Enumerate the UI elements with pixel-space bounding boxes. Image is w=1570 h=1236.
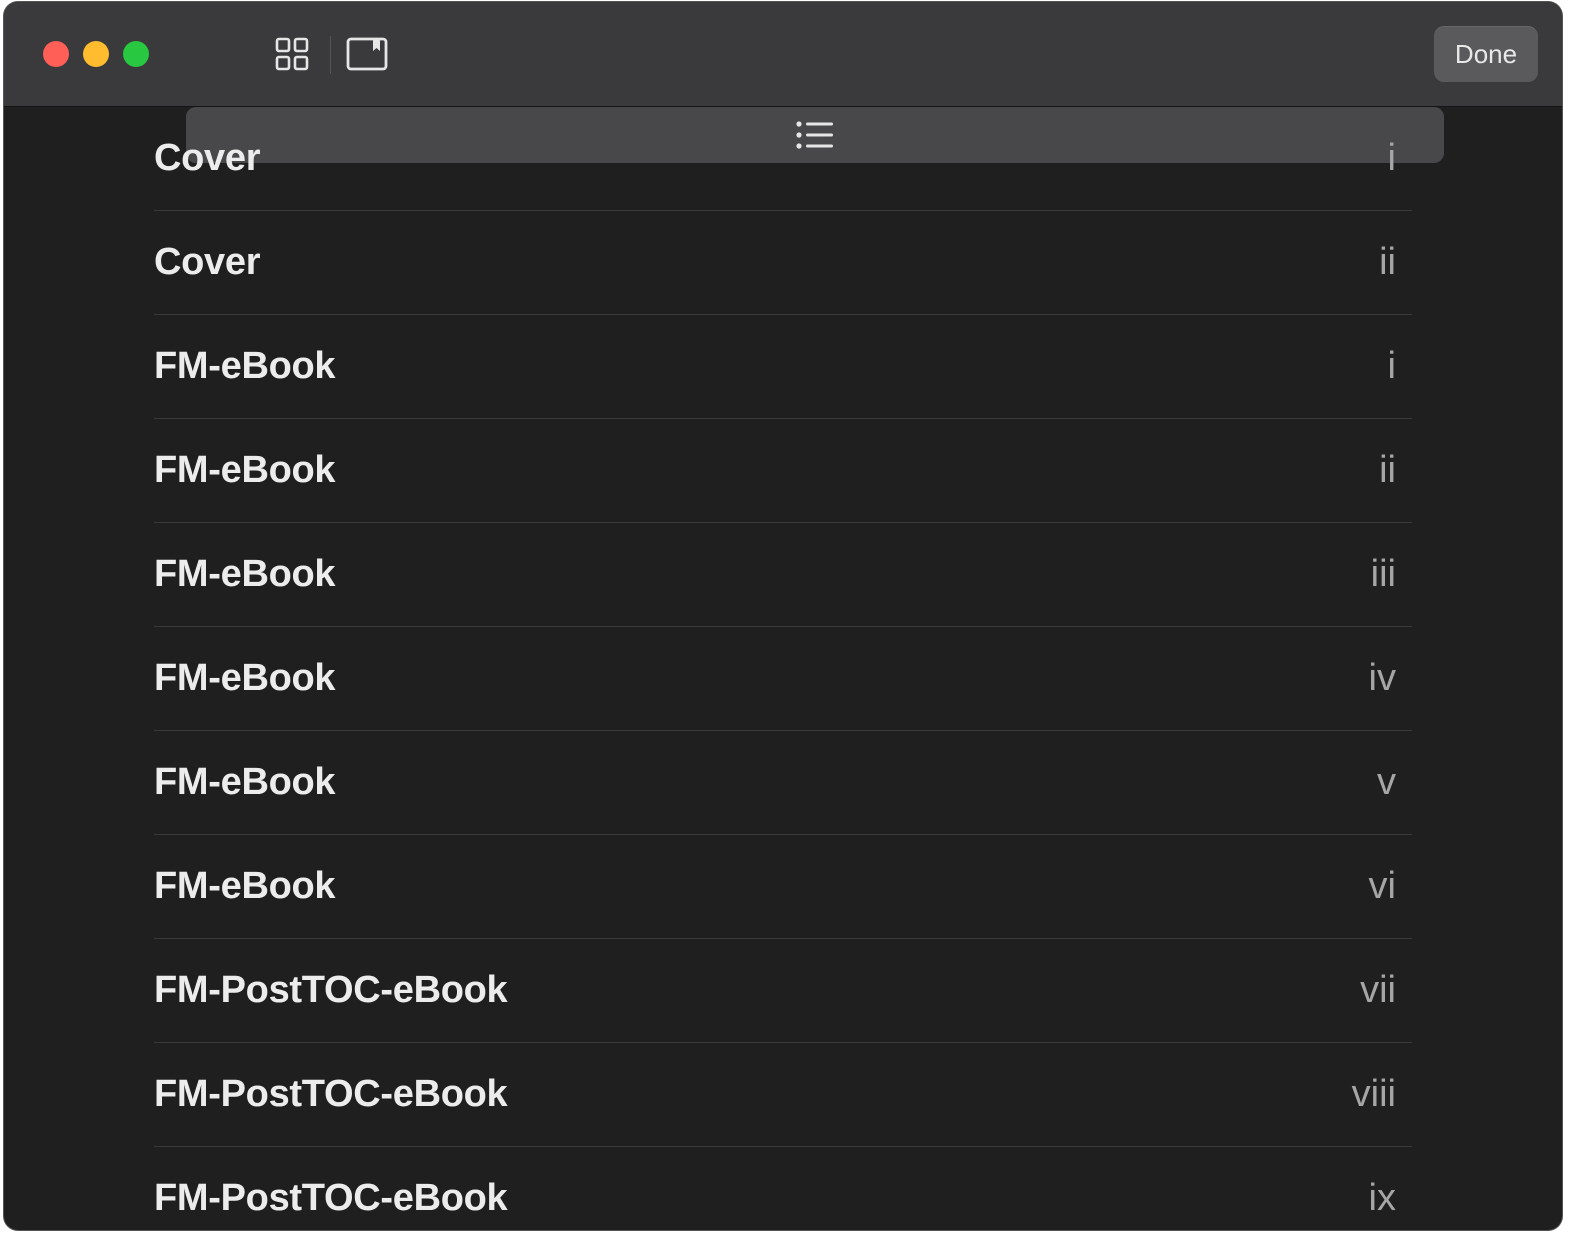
toc-row-title: FM-eBook xyxy=(154,761,336,803)
toc-list: Cover i Cover ii FM-eBook i FM-eBook ii FM-eBook… xyxy=(154,107,1412,1230)
zoom-window-button[interactable] xyxy=(123,41,149,67)
toc-row-page-number: iv xyxy=(1368,657,1396,699)
toc-row[interactable]: FM-eBook i xyxy=(154,315,1412,419)
toc-row-title: FM-eBook xyxy=(154,553,336,595)
toc-row[interactable]: FM-eBook vi xyxy=(154,835,1412,939)
toc-row-title: FM-PostTOC-eBook xyxy=(154,969,508,1011)
minimize-window-button[interactable] xyxy=(83,41,109,67)
toc-row-title: FM-eBook xyxy=(154,865,336,907)
table-of-contents-window: Done Cover i Cover ii FM-eBook i FM-eBook ii FM-… xyxy=(4,2,1562,1230)
done-button[interactable]: Done xyxy=(1434,26,1538,82)
toc-row-page-number: i xyxy=(1387,137,1396,179)
toc-row-title: FM-PostTOC-eBook xyxy=(154,1073,508,1115)
bookmark-icon xyxy=(346,37,388,71)
toc-row[interactable]: FM-eBook ii xyxy=(154,419,1412,523)
toc-row-title: Cover xyxy=(154,241,261,283)
toc-row[interactable]: FM-eBook iv xyxy=(154,627,1412,731)
bookmarks-view-button[interactable] xyxy=(335,26,399,82)
toc-row-title: FM-eBook xyxy=(154,345,336,387)
toolbar-divider xyxy=(330,36,331,74)
toc-row-page-number: ii xyxy=(1379,449,1396,491)
toc-row-title: Cover xyxy=(154,137,261,179)
toc-row-page-number: iii xyxy=(1370,553,1396,595)
toc-row[interactable]: Cover i xyxy=(154,107,1412,211)
toc-row-title: FM-PostTOC-eBook xyxy=(154,1177,508,1219)
toc-row-page-number: viii xyxy=(1351,1073,1396,1115)
close-window-button[interactable] xyxy=(43,41,69,67)
toc-row-title: FM-eBook xyxy=(154,657,336,699)
toc-row[interactable]: FM-PostTOC-eBook vii xyxy=(154,939,1412,1043)
toolbar: Done xyxy=(4,2,1562,163)
toc-row[interactable]: FM-eBook v xyxy=(154,731,1412,835)
toc-row[interactable]: FM-eBook iii xyxy=(154,523,1412,627)
toc-row[interactable]: FM-PostTOC-eBook ix xyxy=(154,1147,1412,1230)
toc-row-page-number: i xyxy=(1387,345,1396,387)
toc-row[interactable]: Cover ii xyxy=(154,211,1412,315)
toc-row-title: FM-eBook xyxy=(154,449,336,491)
toc-row-page-number: v xyxy=(1377,761,1396,803)
grid-view-button[interactable] xyxy=(260,26,324,82)
toc-row-page-number: ix xyxy=(1368,1177,1396,1219)
toc-row[interactable]: FM-PostTOC-eBook viii xyxy=(154,1043,1412,1147)
toc-row-page-number: vi xyxy=(1368,865,1396,907)
grid-icon xyxy=(275,37,309,71)
toc-row-page-number: vii xyxy=(1360,969,1396,1011)
toc-row-page-number: ii xyxy=(1379,241,1396,283)
